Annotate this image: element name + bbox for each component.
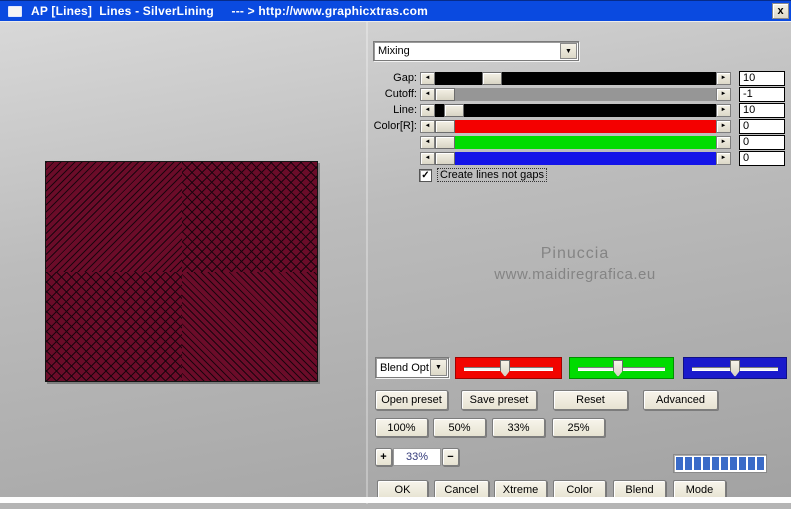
line-slider[interactable] [435, 103, 716, 117]
green-channel-slider[interactable] [569, 357, 674, 379]
channel-thumb[interactable] [613, 360, 623, 377]
progress-segment [739, 457, 746, 470]
preview-quadrant-topright [181, 162, 317, 272]
preset-dropdown-value: Mixing [378, 45, 410, 57]
right-arrow-icon[interactable]: ► [716, 119, 731, 133]
zoom-25-button[interactable]: 25% [552, 418, 605, 437]
close-icon: x [777, 4, 784, 17]
zoom-50-button[interactable]: 50% [433, 418, 486, 437]
save-preset-button[interactable]: Save preset [461, 390, 537, 410]
zoom-level-field: 33% [393, 448, 441, 466]
progress-segment [730, 457, 737, 470]
create-lines-checkbox-row: ✓ Create lines not gaps [419, 168, 547, 182]
window-title: AP [Lines] Lines - SilverLining --- > ht… [31, 4, 429, 18]
line-value-field[interactable]: 10 [739, 102, 785, 118]
open-preset-button[interactable]: Open preset [375, 390, 448, 410]
preset-dropdown[interactable]: Mixing ▼ [373, 41, 579, 61]
slider-thumb[interactable] [435, 87, 455, 101]
zoom-out-button[interactable]: − [442, 448, 459, 466]
left-arrow-icon[interactable]: ◄ [420, 71, 435, 85]
channel-thumb[interactable] [500, 360, 510, 377]
check-icon: ✓ [421, 169, 430, 181]
slider-row-gap: Gap: ◄ ► 10 [373, 70, 789, 86]
client-area: Mixing ▼ Gap: ◄ ► 10 Cutoff: ◄ ► -1 Line… [0, 21, 791, 504]
slider-thumb[interactable] [435, 151, 455, 165]
left-arrow-icon[interactable]: ◄ [420, 151, 435, 165]
cutoff-slider[interactable] [435, 87, 716, 101]
right-arrow-icon[interactable]: ► [716, 71, 731, 85]
watermark-name: Pinuccia [540, 245, 610, 262]
left-arrow-icon[interactable]: ◄ [420, 135, 435, 149]
gap-slider[interactable] [435, 71, 716, 85]
slider-row-color-b: ◄ ► 0 [373, 150, 789, 166]
slider-label: Cutoff: [384, 88, 417, 100]
slider-label: Color[R]: [373, 120, 417, 132]
left-arrow-icon[interactable]: ◄ [420, 87, 435, 101]
left-arrow-icon[interactable]: ◄ [420, 103, 435, 117]
watermark: Pinuccia www.maidiregrafica.eu [475, 245, 675, 283]
gap-value-field[interactable]: 10 [739, 70, 785, 86]
right-arrow-icon[interactable]: ► [716, 151, 731, 165]
zoom-33-button[interactable]: 33% [492, 418, 545, 437]
color-g-value-field[interactable]: 0 [739, 134, 785, 150]
titlebar: AP [Lines] Lines - SilverLining --- > ht… [0, 0, 791, 21]
zoom-in-button[interactable]: + [375, 448, 392, 466]
progress-segment [712, 457, 719, 470]
slider-thumb[interactable] [435, 135, 455, 149]
progress-segment [748, 457, 755, 470]
blend-options-value: Blend Options [380, 361, 429, 374]
progress-bar [673, 454, 767, 473]
progress-segment [685, 457, 692, 470]
progress-segment [757, 457, 764, 470]
pattern-preview[interactable] [45, 161, 318, 382]
color-b-value-field[interactable]: 0 [739, 150, 785, 166]
close-button[interactable]: x [772, 3, 789, 19]
progress-segment [721, 457, 728, 470]
create-lines-checkbox[interactable]: ✓ [419, 168, 432, 182]
color-g-slider[interactable] [435, 135, 716, 149]
app-icon [8, 5, 22, 17]
preview-quadrant-topleft [46, 162, 182, 272]
slider-row-line: Line: ◄ ► 10 [373, 102, 789, 118]
preview-quadrant-bottomright [181, 271, 317, 381]
chevron-down-icon[interactable]: ▼ [430, 359, 447, 376]
color-r-value-field[interactable]: 0 [739, 118, 785, 134]
left-arrow-icon[interactable]: ◄ [420, 119, 435, 133]
chevron-down-icon[interactable]: ▼ [560, 43, 577, 59]
red-channel-slider[interactable] [455, 357, 562, 379]
blend-options-dropdown[interactable]: Blend Options ▼ [375, 357, 449, 378]
watermark-url: www.maidiregrafica.eu [494, 266, 656, 283]
slider-row-cutoff: Cutoff: ◄ ► -1 [373, 86, 789, 102]
progress-segment [694, 457, 701, 470]
channel-thumb[interactable] [730, 360, 740, 377]
checkbox-label[interactable]: Create lines not gaps [437, 168, 547, 182]
slider-label: Gap: [393, 72, 417, 84]
reset-button[interactable]: Reset [553, 390, 628, 410]
slider-thumb[interactable] [435, 119, 455, 133]
advanced-button[interactable]: Advanced [643, 390, 718, 410]
slider-thumb[interactable] [444, 103, 464, 117]
right-arrow-icon[interactable]: ► [716, 87, 731, 101]
slider-row-color-r: Color[R]: ◄ ► 0 [373, 118, 789, 134]
cutoff-value-field[interactable]: -1 [739, 86, 785, 102]
slider-thumb[interactable] [482, 71, 502, 85]
right-arrow-icon[interactable]: ► [716, 103, 731, 117]
window-bottom-edge [0, 497, 791, 503]
plugin-window: AP [Lines] Lines - SilverLining --- > ht… [0, 0, 791, 509]
blue-channel-slider[interactable] [683, 357, 787, 379]
preview-quadrant-bottomleft [46, 271, 182, 381]
zoom-100-button[interactable]: 100% [375, 418, 428, 437]
panel-divider [366, 22, 368, 504]
slider-label: Line: [393, 104, 417, 116]
slider-row-color-g: ◄ ► 0 [373, 134, 789, 150]
right-arrow-icon[interactable]: ► [716, 135, 731, 149]
progress-segment [676, 457, 683, 470]
color-r-slider[interactable] [435, 119, 716, 133]
progress-segment [703, 457, 710, 470]
color-b-slider[interactable] [435, 151, 716, 165]
